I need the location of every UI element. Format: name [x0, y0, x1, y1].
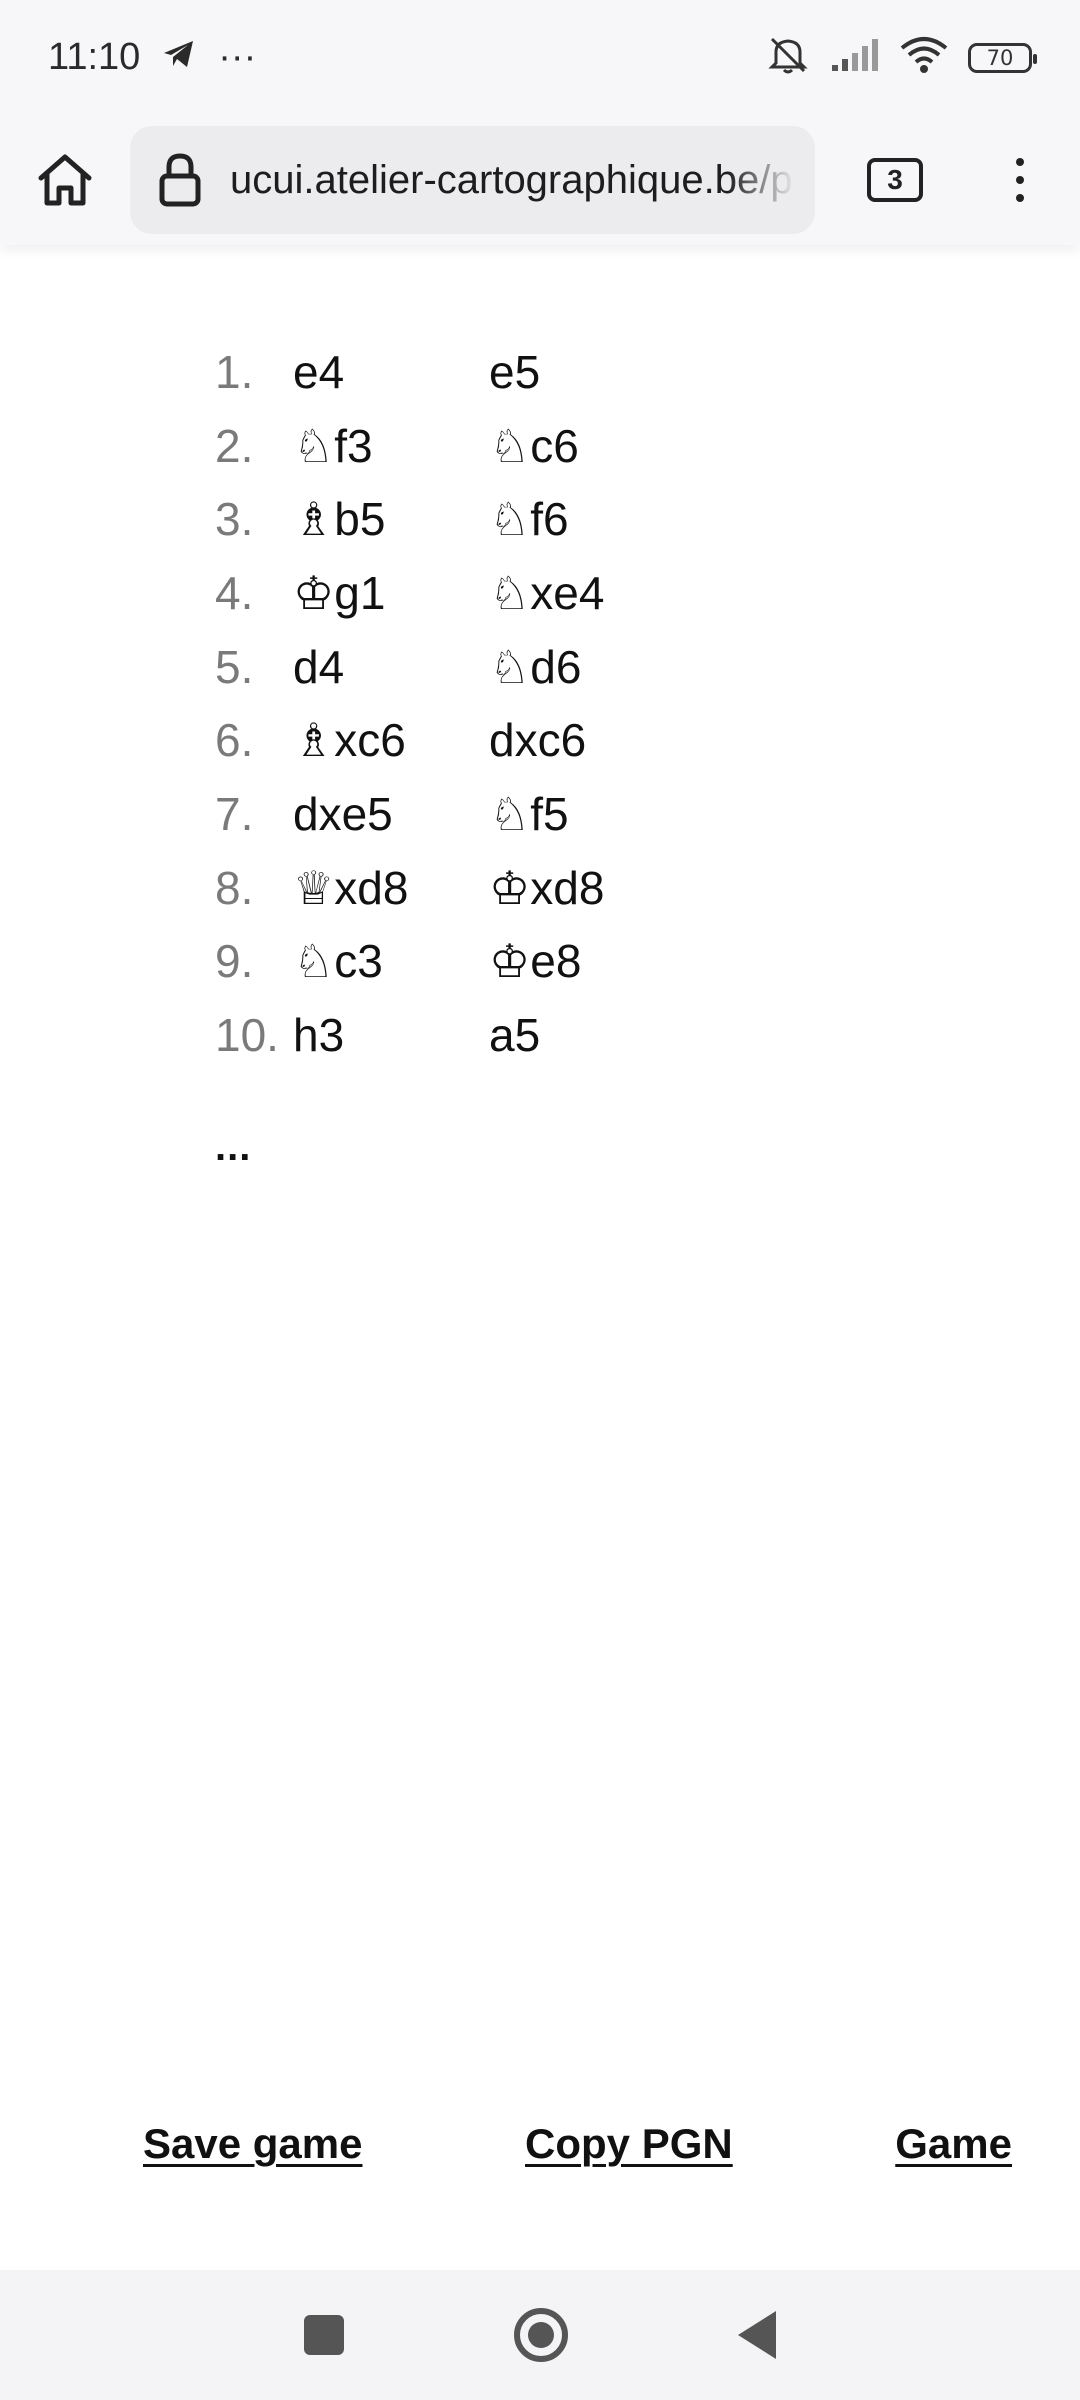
- move-number: 10.: [215, 1009, 279, 1062]
- move-row: 9. ♘c3 ♔e8: [215, 925, 604, 999]
- move-row: 1. e4 e5: [215, 335, 604, 409]
- move-number: 5.: [215, 640, 254, 693]
- black-move: ♘d6: [489, 640, 582, 693]
- browser-toolbar: ucui.atelier-cartographique.be/play 3: [0, 115, 1080, 245]
- game-actions: Save game Copy PGN Game: [0, 2120, 1080, 2168]
- black-move: ♔e8: [489, 935, 582, 988]
- move-number: 8.: [215, 861, 254, 914]
- white-move: ♘c3: [293, 935, 383, 988]
- move-number: 3.: [215, 493, 254, 546]
- status-more-icon: ···: [218, 36, 257, 78]
- move-number: 7.: [215, 787, 254, 840]
- move-row: 6. ♗xc6 dxc6: [215, 703, 604, 777]
- white-move: dxe5: [293, 787, 393, 840]
- move-list: 1. e4 e5 2. ♘f3 ♘c6 3. ♗b5 ♘f6 4. ♔g1 ♘x…: [215, 335, 604, 1072]
- white-move: ♗xc6: [293, 714, 406, 767]
- black-move: ♘f6: [489, 493, 569, 546]
- recents-button[interactable]: [304, 2315, 344, 2355]
- move-row: 2. ♘f3 ♘c6: [215, 409, 604, 483]
- move-row: 5. d4 ♘d6: [215, 630, 604, 704]
- move-row: 10. h3 a5: [215, 998, 604, 1072]
- white-move: ♗b5: [293, 493, 386, 546]
- black-move: ♘f5: [489, 787, 569, 840]
- move-row: 3. ♗b5 ♘f6: [215, 482, 604, 556]
- black-move: a5: [489, 1009, 541, 1062]
- status-bar: 11:10 ··· 70: [0, 0, 1080, 115]
- move-number: 2.: [215, 419, 254, 472]
- home-icon: [38, 154, 92, 206]
- white-move: h3: [293, 1009, 345, 1062]
- move-row: 4. ♔g1 ♘xe4: [215, 556, 604, 630]
- telegram-icon: [162, 36, 196, 79]
- copy-pgn-link[interactable]: Copy PGN: [525, 2120, 733, 2168]
- more-moves-ellipsis: ...: [215, 1125, 252, 1169]
- move-row: 7. dxe5 ♘f5: [215, 777, 604, 851]
- home-nav-button[interactable]: [514, 2308, 568, 2362]
- move-number: 1.: [215, 345, 254, 398]
- move-number: 9.: [215, 935, 254, 988]
- more-vertical-icon: [1016, 158, 1024, 202]
- black-move: ♘xe4: [489, 566, 605, 619]
- black-move: ♔xd8: [489, 861, 605, 914]
- game-link[interactable]: Game: [895, 2120, 1012, 2168]
- move-number: 6.: [215, 714, 254, 767]
- home-button[interactable]: [0, 115, 130, 245]
- status-time: 11:10: [48, 36, 141, 78]
- move-row: 8. ♕xd8 ♔xd8: [215, 851, 604, 925]
- tab-switcher-button[interactable]: 3: [830, 115, 960, 245]
- url-text[interactable]: ucui.atelier-cartographique.be/play: [230, 158, 795, 203]
- tab-count: 3: [867, 158, 923, 202]
- battery-level: 70: [986, 45, 1014, 70]
- black-move: e5: [489, 345, 541, 398]
- battery-icon: 70: [968, 42, 1037, 73]
- lock-icon: [130, 152, 230, 208]
- white-move: e4: [293, 345, 345, 398]
- white-move: ♔g1: [293, 566, 386, 619]
- address-bar[interactable]: ucui.atelier-cartographique.be/play: [130, 126, 815, 234]
- white-move: d4: [293, 640, 345, 693]
- browser-menu-button[interactable]: [970, 115, 1070, 245]
- move-number: 4.: [215, 566, 254, 619]
- status-left: 11:10 ···: [48, 36, 256, 79]
- back-button[interactable]: [738, 2311, 776, 2359]
- system-nav-bar: [0, 2270, 1080, 2400]
- status-right: 70: [766, 35, 1037, 80]
- signal-icon: [830, 37, 880, 78]
- white-move: ♕xd8: [293, 861, 409, 914]
- white-move: ♘f3: [293, 419, 373, 472]
- save-game-link[interactable]: Save game: [143, 2120, 362, 2168]
- black-move: dxc6: [489, 714, 587, 767]
- mute-icon: [766, 35, 810, 80]
- black-move: ♘c6: [489, 419, 579, 472]
- wifi-icon: [900, 36, 948, 79]
